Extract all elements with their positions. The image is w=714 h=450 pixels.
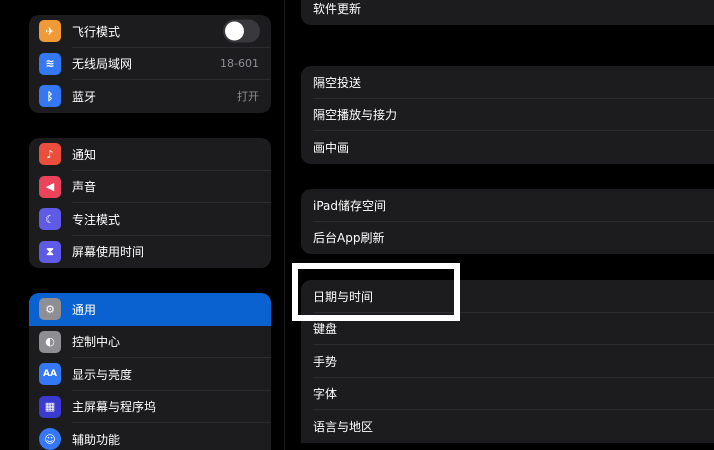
sidebar-item-label: 蓝牙 <box>72 89 97 104</box>
row-label: 软件更新 <box>313 1 362 16</box>
airplane-mode-toggle[interactable] <box>223 19 260 43</box>
row-airplay-handoff[interactable]: 隔空播放与接力 <box>301 99 714 131</box>
row-fonts[interactable]: 字体 <box>301 378 714 410</box>
speaker-icon: ◀ <box>39 175 61 198</box>
sidebar-item-wifi[interactable]: ≋ 无线局域网 18-601 <box>29 48 271 80</box>
sidebar-item-sounds[interactable]: ◀ 声音 <box>29 171 271 203</box>
row-label: 键盘 <box>313 322 338 337</box>
sidebar-item-screen-time[interactable]: ⧗ 屏幕使用时间 <box>29 236 271 269</box>
row-language-region[interactable]: 语言与地区 <box>301 410 714 443</box>
main-group-storage: iPad储存空间 后台App刷新 <box>301 189 714 254</box>
sidebar-item-label: 主屏幕与程序坞 <box>72 400 157 415</box>
sidebar-item-display-brightness[interactable]: AA 显示与亮度 <box>29 358 271 391</box>
sidebar: ✈ 飞行模式 ≋ 无线局域网 18-601 ᛒ 蓝牙 打开 ♪ 通知 ◀ 声音 <box>0 0 285 450</box>
row-background-app-refresh[interactable]: 后台App刷新 <box>301 222 714 255</box>
sidebar-item-notifications[interactable]: ♪ 通知 <box>29 138 271 171</box>
sidebar-group-general: ⚙ 通用 ◐ 控制中心 AA 显示与亮度 ▦ 主屏幕与程序坞 ☺ 辅助功能 <box>29 293 271 450</box>
sidebar-group-connectivity: ✈ 飞行模式 ≋ 无线局域网 18-601 ᛒ 蓝牙 打开 <box>29 15 271 113</box>
row-label: 隔空投送 <box>313 75 362 90</box>
bluetooth-value: 打开 <box>237 90 259 104</box>
row-gestures[interactable]: 手势 <box>301 345 714 378</box>
row-label: 画中画 <box>313 140 350 155</box>
row-label: iPad储存空间 <box>313 198 387 213</box>
text-size-icon: AA <box>39 363 61 386</box>
accessibility-icon: ☺ <box>39 428 61 450</box>
sidebar-group-notifications: ♪ 通知 ◀ 声音 ☾ 专注模式 ⧗ 屏幕使用时间 <box>29 138 271 268</box>
sidebar-item-label: 辅助功能 <box>72 432 121 447</box>
sidebar-item-label: 显示与亮度 <box>72 367 133 382</box>
sidebar-item-airplane-mode[interactable]: ✈ 飞行模式 <box>29 15 271 48</box>
sidebar-item-home-screen-dock[interactable]: ▦ 主屏幕与程序坞 <box>29 391 271 423</box>
sidebar-item-label: 通用 <box>72 302 97 317</box>
sidebar-item-general[interactable]: ⚙ 通用 <box>29 293 271 326</box>
main-group-airdrop: 隔空投送 隔空播放与接力 画中画 <box>301 66 714 164</box>
row-label: 手势 <box>313 354 338 369</box>
row-ipad-storage[interactable]: iPad储存空间 <box>301 189 714 222</box>
moon-icon: ☾ <box>39 208 61 231</box>
toggles-icon: ◐ <box>39 330 61 353</box>
bluetooth-icon: ᛒ <box>39 85 61 108</box>
row-label: 后台App刷新 <box>313 231 385 246</box>
row-label: 字体 <box>313 387 338 402</box>
wifi-value: 18-601 <box>220 57 259 71</box>
sidebar-item-label: 无线局域网 <box>72 57 133 72</box>
sidebar-item-bluetooth[interactable]: ᛒ 蓝牙 打开 <box>29 80 271 113</box>
row-airdrop[interactable]: 隔空投送 <box>301 66 714 99</box>
hourglass-icon: ⧗ <box>39 240 61 263</box>
gear-icon: ⚙ <box>39 298 61 321</box>
main-group-update: 软件更新 <box>301 0 714 25</box>
row-label: 隔空播放与接力 <box>313 108 398 123</box>
sidebar-item-control-center[interactable]: ◐ 控制中心 <box>29 326 271 358</box>
sidebar-item-label: 通知 <box>72 147 97 162</box>
sidebar-item-label: 屏幕使用时间 <box>72 245 145 260</box>
airplane-icon: ✈ <box>39 20 61 43</box>
sidebar-item-label: 声音 <box>72 180 97 195</box>
wifi-icon: ≋ <box>39 52 61 75</box>
general-settings-panel: 软件更新 隔空投送 隔空播放与接力 画中画 iPad储存空间 后台App刷新 日… <box>286 0 714 450</box>
sidebar-item-accessibility[interactable]: ☺ 辅助功能 <box>29 423 271 450</box>
sidebar-item-label: 控制中心 <box>72 335 121 350</box>
sidebar-item-focus[interactable]: ☾ 专注模式 <box>29 203 271 236</box>
row-label: 语言与地区 <box>313 419 374 434</box>
grid-icon: ▦ <box>39 395 61 418</box>
row-picture-in-picture[interactable]: 画中画 <box>301 131 714 164</box>
sidebar-item-label: 专注模式 <box>72 212 121 227</box>
row-software-update[interactable]: 软件更新 <box>301 0 714 25</box>
sidebar-item-label: 飞行模式 <box>72 24 121 39</box>
highlight-box <box>292 263 460 321</box>
bell-icon: ♪ <box>39 143 61 166</box>
